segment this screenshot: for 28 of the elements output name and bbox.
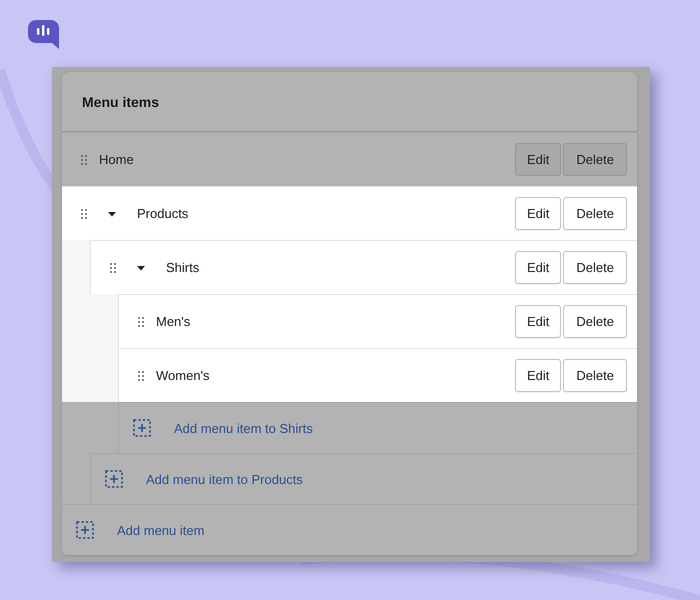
add-icon[interactable]: [133, 419, 151, 437]
menu-item-label: Women's: [156, 368, 210, 383]
drag-handle-icon[interactable]: [81, 154, 87, 164]
chat-bubble-logo-icon: [28, 20, 59, 49]
drag-handle-icon[interactable]: [81, 208, 87, 218]
edit-button[interactable]: Edit: [515, 197, 562, 230]
edit-button[interactable]: Edit: [515, 251, 562, 284]
edit-button[interactable]: Edit: [515, 359, 562, 392]
delete-button[interactable]: Delete: [563, 251, 627, 284]
add-icon[interactable]: [105, 470, 123, 488]
delete-button[interactable]: Delete: [563, 305, 627, 338]
add-menu-item-link[interactable]: Add menu item: [117, 522, 204, 538]
drag-handle-icon[interactable]: [138, 370, 144, 380]
add-menu-item-link[interactable]: Add menu item to Shirts: [174, 420, 313, 436]
delete-button[interactable]: Delete: [563, 143, 627, 176]
menu-item-label: Shirts: [166, 260, 200, 275]
drag-handle-icon[interactable]: [138, 316, 144, 326]
card-title: Menu items: [82, 94, 160, 110]
delete-button[interactable]: Delete: [563, 359, 627, 392]
delete-button[interactable]: Delete: [563, 197, 627, 230]
menu-item-label: Home: [99, 152, 134, 167]
add-icon[interactable]: [76, 521, 94, 539]
edit-button[interactable]: Edit: [515, 143, 562, 176]
drag-handle-icon[interactable]: [110, 262, 116, 272]
edit-button[interactable]: Edit: [515, 305, 562, 338]
menu-item-label: Men's: [156, 314, 190, 329]
add-menu-item-link[interactable]: Add menu item to Products: [146, 472, 303, 486]
menu-item-label: Products: [137, 206, 188, 221]
